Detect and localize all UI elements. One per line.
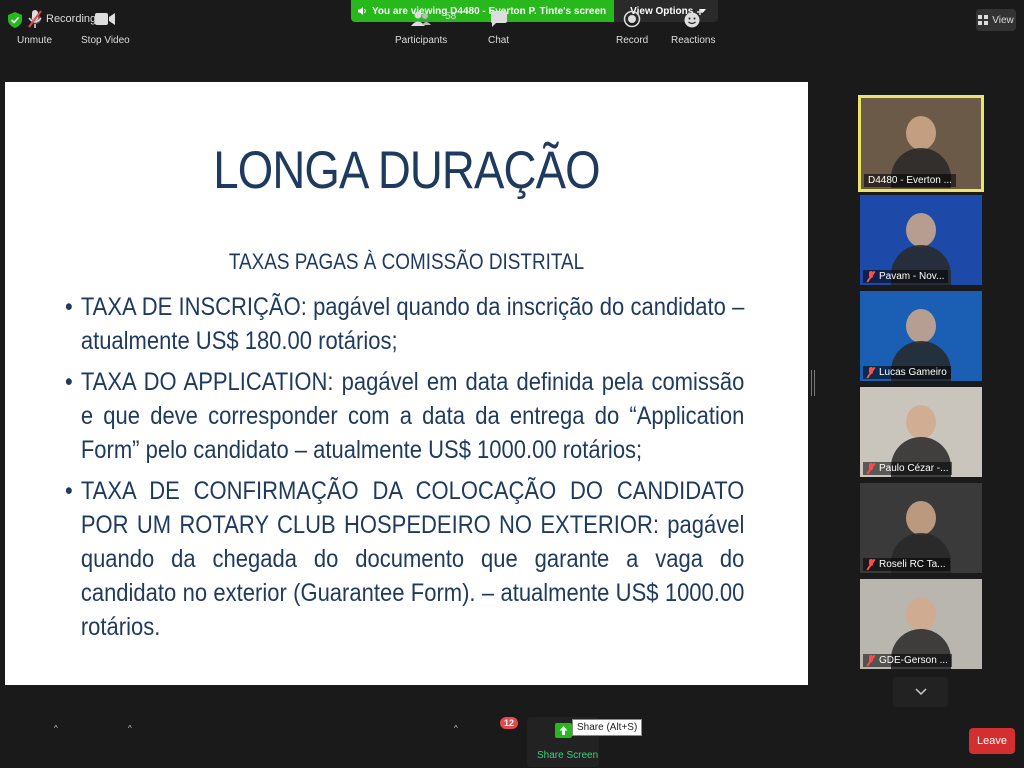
participant-video (906, 405, 936, 439)
participant-name: Paulo Cézar -... (879, 463, 949, 474)
slide-subtitle: TAXAS PAGAS À COMISSÃO DISTRITAL (228, 249, 585, 274)
slide-bullet-list: TAXA DE INSCRIÇÃO: pagável quando da ins… (65, 290, 744, 651)
smiley-plus-icon (683, 9, 704, 29)
slide-bullet: TAXA DO APPLICATION: pagável em data def… (65, 365, 744, 467)
participant-name-tag: Roseli RC Ta... (863, 558, 950, 571)
mic-muted-icon (867, 367, 875, 378)
participants-label: Participants (395, 35, 448, 46)
participant-video (906, 501, 936, 535)
unmute-label: Unmute (17, 35, 53, 46)
panel-resize-handle[interactable] (811, 370, 815, 396)
participant-name: Roseli RC Ta... (879, 559, 946, 570)
stop-video-label: Stop Video (81, 35, 130, 46)
participant-video (906, 309, 936, 343)
chat-unread-badge: 12 (500, 717, 519, 729)
participants-button[interactable]: 58 Participants (395, 9, 456, 46)
reactions-label: Reactions (671, 35, 716, 46)
participant-name: Pavam - Nov... (879, 271, 945, 282)
chat-icon (490, 9, 508, 29)
participant-name: GDE-Gerson ... (879, 655, 948, 666)
participant-name-tag: Lucas Gameiro (863, 366, 951, 379)
mic-muted-icon (27, 9, 43, 29)
mic-muted-icon (867, 655, 875, 666)
video-options-caret[interactable]: ^ (128, 724, 132, 733)
slide-title: LONGA DURAÇÃO (213, 141, 600, 200)
viewing-status: You are viewing D4480 - Everton P. Tinte… (351, 0, 615, 22)
thumbnails-scroll-down-button[interactable] (893, 677, 948, 707)
shared-screen-slide: LONGA DURAÇÃO TAXAS PAGAS À COMISSÃO DIS… (5, 82, 808, 685)
stop-video-button[interactable]: Stop Video (81, 9, 130, 46)
participant-name-tag: D4480 - Everton ... (864, 174, 956, 187)
participant-tile[interactable]: Roseli RC Ta... (860, 483, 982, 573)
chat-button[interactable]: Chat (488, 9, 509, 46)
video-camera-icon (95, 9, 116, 29)
participant-tile[interactable]: Lucas Gameiro (860, 291, 982, 381)
participant-tile[interactable]: D4480 - Everton ... (858, 95, 984, 192)
participants-count: 58 (445, 11, 457, 22)
mic-muted-icon (867, 463, 875, 474)
share-screen-icon (555, 723, 572, 738)
participant-tile[interactable]: Pavam - Nov... (860, 195, 982, 285)
slide-bullet: TAXA DE INSCRIÇÃO: pagável quando da ins… (65, 290, 744, 358)
mic-muted-icon (867, 559, 875, 570)
slide-bullet: TAXA DE CONFIRMAÇÃO DA COLOCAÇÃO DO CAND… (65, 474, 744, 644)
leave-button[interactable]: Leave (969, 728, 1015, 754)
record-icon (623, 9, 641, 29)
grid-view-icon (978, 15, 989, 25)
chat-label: Chat (488, 35, 510, 46)
chevron-down-icon (914, 688, 927, 696)
participant-tile[interactable]: GDE-Gerson ... (860, 579, 982, 669)
participants-icon: 58 (411, 9, 456, 29)
share-tooltip: Share (Alt+S) (572, 719, 643, 736)
mic-muted-icon (867, 271, 875, 282)
view-button[interactable]: View (976, 9, 1016, 31)
view-label: View (992, 14, 1014, 26)
record-label: Record (616, 35, 649, 46)
record-button[interactable]: Record (616, 9, 648, 46)
audio-options-caret[interactable]: ^ (54, 724, 58, 733)
participant-name: D4480 - Everton ... (868, 175, 952, 186)
participant-video (906, 597, 936, 631)
participant-name-tag: Pavam - Nov... (863, 270, 949, 283)
unmute-button[interactable]: Unmute (17, 9, 52, 46)
speaker-icon (358, 7, 366, 15)
participant-name-tag: GDE-Gerson ... (863, 654, 952, 667)
share-screen-label: Share Screen (537, 750, 599, 761)
reactions-button[interactable]: Reactions (671, 9, 715, 46)
participant-name: Lucas Gameiro (879, 367, 947, 378)
participant-name-tag: Paulo Cézar -... (863, 462, 953, 475)
participant-tile[interactable]: Paulo Cézar -... (860, 387, 982, 477)
participant-video (906, 213, 936, 247)
participant-video (906, 116, 936, 150)
participants-options-caret[interactable]: ^ (454, 724, 458, 733)
